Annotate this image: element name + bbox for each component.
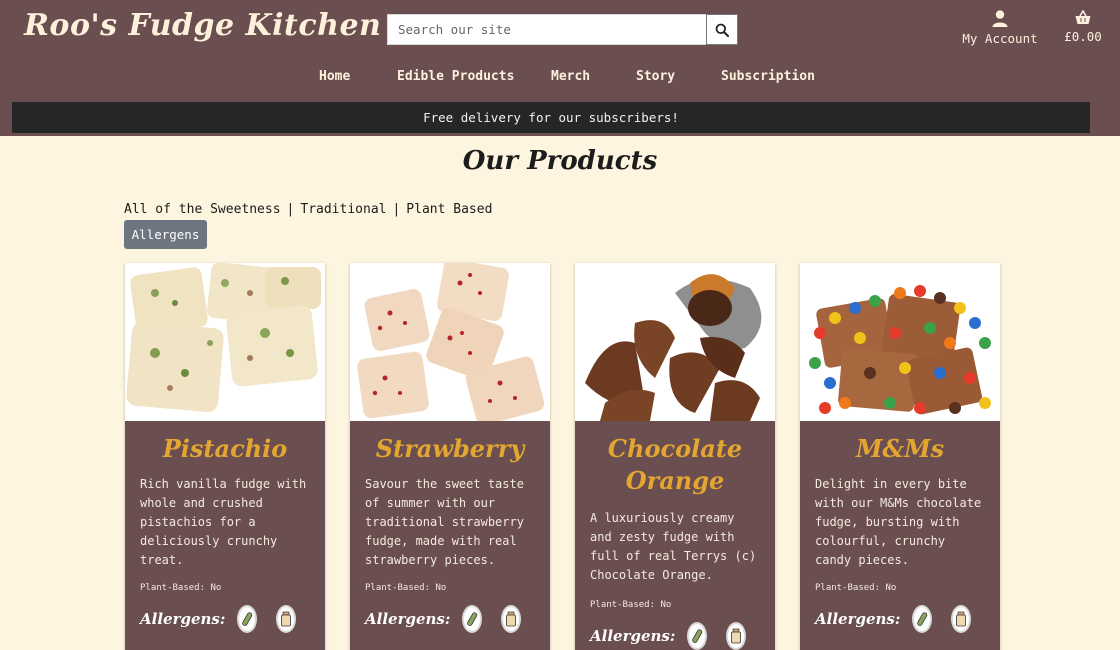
allergens-label: Allergens: bbox=[365, 610, 451, 628]
milk-icon bbox=[726, 622, 747, 650]
user-icon bbox=[992, 10, 1008, 27]
nav-merch[interactable]: Merch bbox=[551, 69, 590, 84]
filter-separator: | bbox=[392, 202, 401, 217]
account-link[interactable]: My Account bbox=[962, 10, 1038, 46]
account-label: My Account bbox=[962, 31, 1038, 46]
product-card[interactable]: Strawberry Savour the sweet taste of sum… bbox=[350, 263, 550, 650]
product-image[interactable] bbox=[575, 263, 775, 421]
plant-based-status: Plant-Based: No bbox=[140, 583, 222, 593]
product-image[interactable] bbox=[800, 263, 1000, 421]
allergens-row: Allergens: bbox=[350, 605, 550, 633]
milk-icon bbox=[501, 605, 522, 633]
nav-subscription[interactable]: Subscription bbox=[721, 69, 815, 84]
allergens-button[interactable]: Allergens bbox=[124, 220, 207, 249]
allergens-label: Allergens: bbox=[140, 610, 226, 628]
product-card[interactable]: M&Ms Delight in every bite with our M&Ms… bbox=[800, 263, 1000, 650]
milk-icon bbox=[276, 605, 297, 633]
promo-text: Free delivery for our subscribers! bbox=[423, 110, 679, 125]
filter-traditional[interactable]: Traditional bbox=[300, 202, 386, 217]
main-nav: Home Edible Products Merch Story Subscri… bbox=[0, 69, 1120, 87]
product-card[interactable]: Pistachio Rich vanilla fudge with whole … bbox=[125, 263, 325, 650]
product-description: A luxuriously creamy and zesty fudge wit… bbox=[590, 511, 757, 582]
milk-icon bbox=[951, 605, 972, 633]
allergens-row: Allergens: bbox=[125, 605, 325, 633]
product-image[interactable] bbox=[350, 263, 550, 421]
nut-icon bbox=[912, 605, 933, 633]
nut-icon bbox=[687, 622, 708, 650]
nav-home[interactable]: Home bbox=[319, 69, 350, 84]
product-image[interactable] bbox=[125, 263, 325, 421]
cart-link[interactable]: £0.00 bbox=[1060, 10, 1106, 44]
allergens-label: Allergens: bbox=[815, 610, 901, 628]
site-logo[interactable]: Roo's Fudge Kitchen bbox=[24, 8, 381, 43]
allergens-row: Allergens: bbox=[800, 605, 1000, 633]
search-icon bbox=[715, 23, 729, 37]
cart-total: £0.00 bbox=[1064, 29, 1102, 44]
plant-based-status: Plant-Based: No bbox=[590, 600, 672, 610]
nav-story[interactable]: Story bbox=[636, 69, 675, 84]
category-filters: All of the Sweetness | Traditional | Plant B… bbox=[124, 202, 492, 217]
product-card[interactable]: Chocolate Orange A luxuriously creamy an… bbox=[575, 263, 775, 650]
filter-plant-based[interactable]: Plant Based bbox=[406, 202, 492, 217]
product-name[interactable]: Pistachio bbox=[125, 433, 325, 465]
product-description: Savour the sweet taste of summer with ou… bbox=[365, 477, 524, 567]
plant-based-status: Plant-Based: No bbox=[365, 583, 447, 593]
product-description: Delight in every bite with our M&Ms choc… bbox=[815, 477, 982, 567]
search-button[interactable] bbox=[706, 14, 738, 45]
search-bar bbox=[387, 14, 738, 45]
nav-edible-products[interactable]: Edible Products bbox=[397, 69, 514, 84]
allergens-row: Allergens: bbox=[575, 622, 775, 650]
basket-icon bbox=[1075, 10, 1091, 24]
page-title: Our Products bbox=[462, 146, 658, 176]
site-header: Roo's Fudge Kitchen My Account £0.00 Hom… bbox=[0, 0, 1120, 136]
nut-icon bbox=[462, 605, 483, 633]
product-name[interactable]: M&Ms bbox=[800, 433, 1000, 465]
search-input[interactable] bbox=[387, 14, 706, 45]
filter-separator: | bbox=[286, 202, 295, 217]
allergens-label: Allergens: bbox=[590, 627, 676, 645]
nut-icon bbox=[237, 605, 258, 633]
product-name[interactable]: Strawberry bbox=[350, 433, 550, 465]
product-description: Rich vanilla fudge with whole and crushe… bbox=[140, 477, 307, 567]
promo-banner: Free delivery for our subscribers! bbox=[12, 102, 1090, 133]
product-name[interactable]: Chocolate Orange bbox=[575, 433, 775, 497]
filter-all[interactable]: All of the Sweetness bbox=[124, 202, 281, 217]
plant-based-status: Plant-Based: No bbox=[815, 583, 897, 593]
